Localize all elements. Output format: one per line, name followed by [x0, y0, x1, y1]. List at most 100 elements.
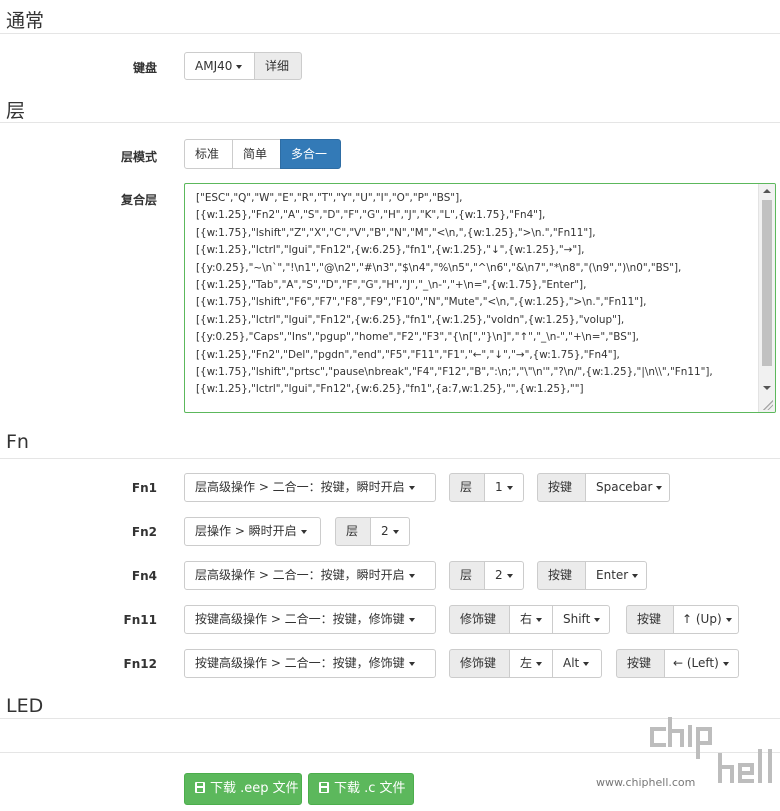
keyboard-select[interactable]: AMJ40 — [184, 52, 255, 80]
section-divider — [0, 122, 780, 123]
fn1-key-value: Spacebar — [596, 480, 653, 494]
download-eep-button[interactable]: 下载 .eep 文件 — [184, 773, 302, 805]
fn4-key-select[interactable]: Enter — [585, 561, 647, 590]
composite-layer-textarea[interactable]: ["ESC","Q","W","E","R","T","Y","U","I","… — [184, 183, 776, 413]
fn12-label: Fn12 — [123, 657, 157, 671]
scroll-down-icon[interactable] — [763, 386, 771, 390]
chevron-down-icon — [536, 617, 543, 622]
chevron-down-icon — [722, 661, 729, 666]
chevron-down-icon — [725, 617, 732, 622]
layout-line: [{w:1.75},"lshift","Z","X","C","V","B","… — [196, 226, 596, 239]
fn12-modifier-side-value: 左 — [520, 656, 533, 670]
chevron-down-icon — [506, 485, 513, 490]
chevron-down-icon — [392, 529, 399, 534]
section-title-general: 通常 — [6, 10, 45, 32]
chiphell-watermark-logo — [650, 717, 772, 783]
layer-mode-standard[interactable]: 标准 — [184, 139, 233, 169]
fn12-action-select[interactable]: 按键高级操作 > 二合一：按键，修饰键 — [184, 649, 436, 678]
layout-line: [{w:1.25},"Fn2","A","S","D","F","G","H",… — [196, 209, 546, 222]
fn12-modifier-side-select[interactable]: 左 — [509, 649, 553, 678]
composite-layer-text: ["ESC","Q","W","E","R","T","Y","U","I","… — [196, 190, 757, 399]
fn2-layer-value: 2 — [381, 524, 389, 538]
fn11-action-select[interactable]: 按键高级操作 > 二合一：按键，修饰键 — [184, 605, 436, 634]
fn1-action-select[interactable]: 层高级操作 > 二合一：按键，瞬时开启 — [184, 473, 436, 502]
fn2-action-select[interactable]: 层操作 > 瞬时开启 — [184, 517, 321, 546]
keyboard-detail-button[interactable]: 详细 — [254, 52, 302, 80]
fn12-modifier-key-value: Alt — [563, 656, 580, 670]
fn11-key-select[interactable]: ↑ (Up) — [673, 605, 739, 634]
keyboard-label: 键盘 — [132, 61, 157, 75]
section-divider — [0, 33, 780, 34]
fn12-key-select[interactable]: ← (Left) — [664, 649, 739, 678]
fn1-layer-addon: 层 — [449, 473, 485, 502]
fn11-modifier-side-select[interactable]: 右 — [509, 605, 553, 634]
section-divider — [0, 458, 780, 459]
chevron-down-icon — [594, 617, 601, 622]
fn11-label: Fn11 — [123, 613, 157, 627]
chevron-down-icon — [408, 485, 415, 490]
layout-line: [{w:1.75},"lshift","F6","F7","F8","F9","… — [196, 296, 647, 309]
fn11-action-value: 按键高级操作 > 二合一：按键，修饰键 — [195, 612, 405, 626]
floppy-disk-icon — [319, 782, 329, 793]
resize-grip-icon[interactable] — [763, 400, 773, 410]
layout-line: [{y:0.25},"Caps","Ins","pgup","home","F2… — [196, 331, 639, 344]
fn11-modifier-side-value: 右 — [520, 612, 533, 626]
fn4-label: Fn4 — [131, 569, 157, 583]
fn2-label: Fn2 — [131, 525, 157, 539]
fn4-action-value: 层高级操作 > 二合一：按键，瞬时开启 — [195, 568, 405, 582]
fn1-key-select[interactable]: Spacebar — [585, 473, 670, 502]
fn2-action-value: 层操作 > 瞬时开启 — [195, 524, 297, 538]
fn11-key-addon: 按键 — [626, 605, 674, 634]
fn12-action-value: 按键高级操作 > 二合一：按键，修饰键 — [195, 656, 405, 670]
layout-line: [{w:1.75},"lshift","prtsc","pause\nbreak… — [196, 365, 713, 378]
fn2-layer-select[interactable]: 2 — [370, 517, 410, 546]
section-title-led: LED — [6, 695, 44, 717]
chevron-down-icon — [408, 661, 415, 666]
fn4-layer-value: 2 — [495, 568, 503, 582]
layout-line: [{y:0.25},"~\n`","!\n1","@\n2","#\n3","$… — [196, 261, 682, 274]
fn1-key-addon: 按键 — [537, 473, 586, 502]
download-c-label: 下载 .c 文件 — [334, 781, 406, 796]
chevron-down-icon — [408, 573, 415, 578]
scroll-up-icon[interactable] — [763, 189, 771, 193]
layout-line: [{w:1.25},"Tab","A","S","D","F","G","H",… — [196, 278, 587, 291]
keyboard-model: AMJ40 — [195, 59, 233, 73]
fn11-modifier-addon: 修饰键 — [449, 605, 510, 634]
fn4-key-value: Enter — [596, 568, 629, 582]
chevron-down-icon — [536, 661, 543, 666]
chevron-down-icon — [506, 573, 513, 578]
fn12-modifier-addon: 修饰键 — [449, 649, 510, 678]
chevron-down-icon — [408, 617, 415, 622]
fn12-modifier-key-select[interactable]: Alt — [552, 649, 602, 678]
floppy-disk-icon — [195, 782, 205, 793]
fn4-action-select[interactable]: 层高级操作 > 二合一：按键，瞬时开启 — [184, 561, 436, 590]
textarea-scrollbar[interactable] — [758, 184, 775, 412]
layer-mode-simple[interactable]: 简单 — [232, 139, 281, 169]
section-title-layers: 层 — [6, 100, 26, 122]
fn12-key-value: ← (Left) — [673, 656, 719, 670]
download-c-button[interactable]: 下载 .c 文件 — [308, 773, 414, 805]
layer-mode-label: 层模式 — [120, 150, 157, 164]
section-title-fn: Fn — [6, 431, 29, 453]
chevron-down-icon — [300, 529, 307, 534]
fn1-action-value: 层高级操作 > 二合一：按键，瞬时开启 — [195, 480, 405, 494]
fn4-layer-select[interactable]: 2 — [484, 561, 524, 590]
chevron-down-icon — [656, 485, 663, 490]
watermark-url: www.chiphell.com — [596, 776, 696, 789]
fn2-layer-addon: 层 — [335, 517, 371, 546]
fn1-layer-value: 1 — [495, 480, 503, 494]
fn11-modifier-key-select[interactable]: Shift — [552, 605, 610, 634]
fn12-key-addon: 按键 — [616, 649, 665, 678]
chevron-down-icon — [583, 661, 590, 666]
layout-line: [{w:1.25},"Fn2","Del","pgdn","end","F5",… — [196, 348, 620, 361]
layout-line: [{w:1.25},"lctrl","lgui","Fn12",{w:6.25}… — [196, 383, 584, 396]
layout-line: ["ESC","Q","W","E","R","T","Y","U","I","… — [196, 192, 463, 204]
layer-mode-all-in-one[interactable]: 多合一 — [280, 139, 341, 169]
scroll-thumb[interactable] — [762, 200, 772, 366]
fn1-layer-select[interactable]: 1 — [484, 473, 524, 502]
chevron-down-icon — [632, 573, 639, 578]
fn4-key-addon: 按键 — [537, 561, 586, 590]
layout-line: [{w:1.25},"lctrl","lgui","Fn12",{w:6.25}… — [196, 244, 585, 257]
chevron-down-icon — [236, 64, 243, 69]
fn11-key-value: ↑ (Up) — [682, 612, 722, 626]
